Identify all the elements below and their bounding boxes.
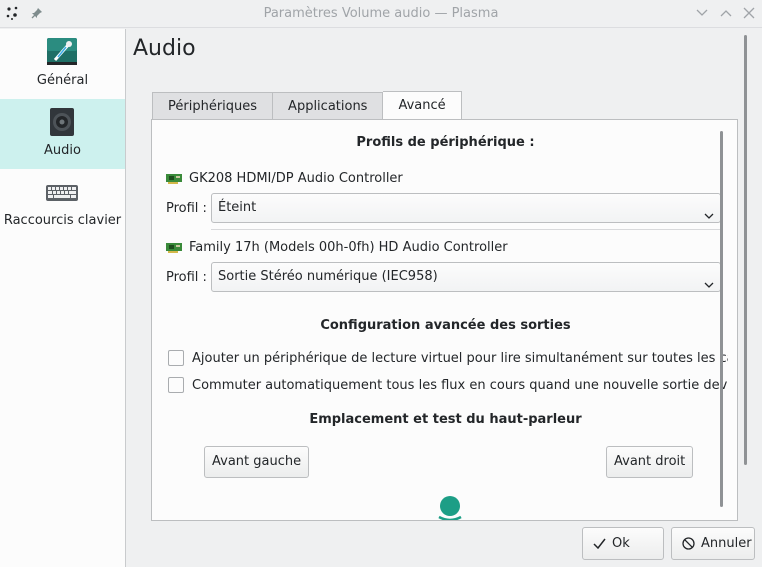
tab-bar: Périphériques Applications Avancé [152, 91, 462, 121]
window-title: Paramètres Volume audio — Plasma [263, 6, 499, 21]
sound-card-icon [166, 173, 182, 184]
advanced-panel: Profils de périphérique : GK208 HDMI/DP … [151, 119, 738, 521]
ok-button[interactable]: Ok [582, 527, 664, 560]
tab-devices[interactable]: Périphériques [152, 92, 274, 120]
sidebar: Général Audio Raccourcis clavier [0, 29, 126, 567]
cancel-button[interactable]: Annuler [671, 527, 755, 560]
profiles-heading: Profils de périphérique : [356, 135, 535, 150]
checkbox-label: Ajouter un périphérique de lecture virtu… [192, 350, 728, 366]
checkbox[interactable] [168, 350, 184, 366]
sidebar-item-label: Audio [44, 143, 81, 158]
check-icon [593, 538, 606, 549]
device-row: GK208 HDMI/DP Audio Controller [166, 171, 403, 186]
maximize-icon[interactable] [717, 4, 735, 22]
speaker-heading: Emplacement et test du haut-parleur [309, 412, 582, 427]
tab-applications[interactable]: Applications [273, 92, 384, 120]
device-row: Family 17h (Models 00h-0fh) HD Audio Con… [166, 240, 508, 255]
profile-select[interactable]: Sortie Stéréo numérique (IEC958) [211, 262, 721, 292]
cancel-icon [682, 537, 695, 550]
device-name: Family 17h (Models 00h-0fh) HD Audio Con… [189, 240, 508, 255]
option-auto-switch[interactable]: Commuter automatiquement tous les flux e… [168, 377, 728, 393]
general-icon [46, 37, 78, 67]
option-virtual-device[interactable]: Ajouter un périphérique de lecture virtu… [168, 350, 728, 366]
profile-select-value: Sortie Stéréo numérique (IEC958) [218, 269, 438, 284]
close-icon[interactable] [740, 4, 758, 22]
page-scrollbar[interactable] [744, 35, 747, 465]
speaker-icon [46, 107, 78, 137]
front-right-button[interactable]: Avant droit [606, 446, 694, 478]
sidebar-item-label: Raccourcis clavier [3, 213, 122, 228]
ok-label: Ok [612, 536, 630, 551]
profile-select-value: Éteint [218, 200, 257, 215]
profile-label: Profil : [166, 270, 207, 285]
divider [211, 229, 722, 230]
page-title: Audio [133, 36, 196, 61]
sidebar-item-label: Général [36, 73, 89, 88]
cancel-label: Annuler [701, 536, 752, 551]
sound-card-icon [166, 242, 182, 253]
tab-advanced[interactable]: Avancé [383, 91, 462, 121]
outputs-heading: Configuration avancée des sorties [320, 318, 571, 333]
device-name: GK208 HDMI/DP Audio Controller [189, 171, 403, 186]
listener-icon [437, 495, 463, 520]
checkbox-label: Commuter automatiquement tous les flux e… [192, 377, 728, 393]
chevron-down-icon [704, 203, 714, 231]
chevron-down-icon [704, 272, 714, 300]
title-bar: Paramètres Volume audio — Plasma [0, 0, 762, 28]
sidebar-item-audio[interactable]: Audio [0, 99, 125, 169]
checkbox[interactable] [168, 377, 184, 393]
sidebar-item-keyboard-shortcuts[interactable]: Raccourcis clavier [0, 169, 125, 239]
minimize-icon[interactable] [693, 4, 711, 22]
profile-select[interactable]: Éteint [211, 193, 721, 223]
panel-scrollbar[interactable] [720, 131, 723, 507]
profile-label: Profil : [166, 201, 207, 216]
sidebar-item-general[interactable]: Général [0, 29, 125, 99]
front-left-button[interactable]: Avant gauche [204, 446, 310, 478]
keyboard-icon [46, 177, 78, 207]
